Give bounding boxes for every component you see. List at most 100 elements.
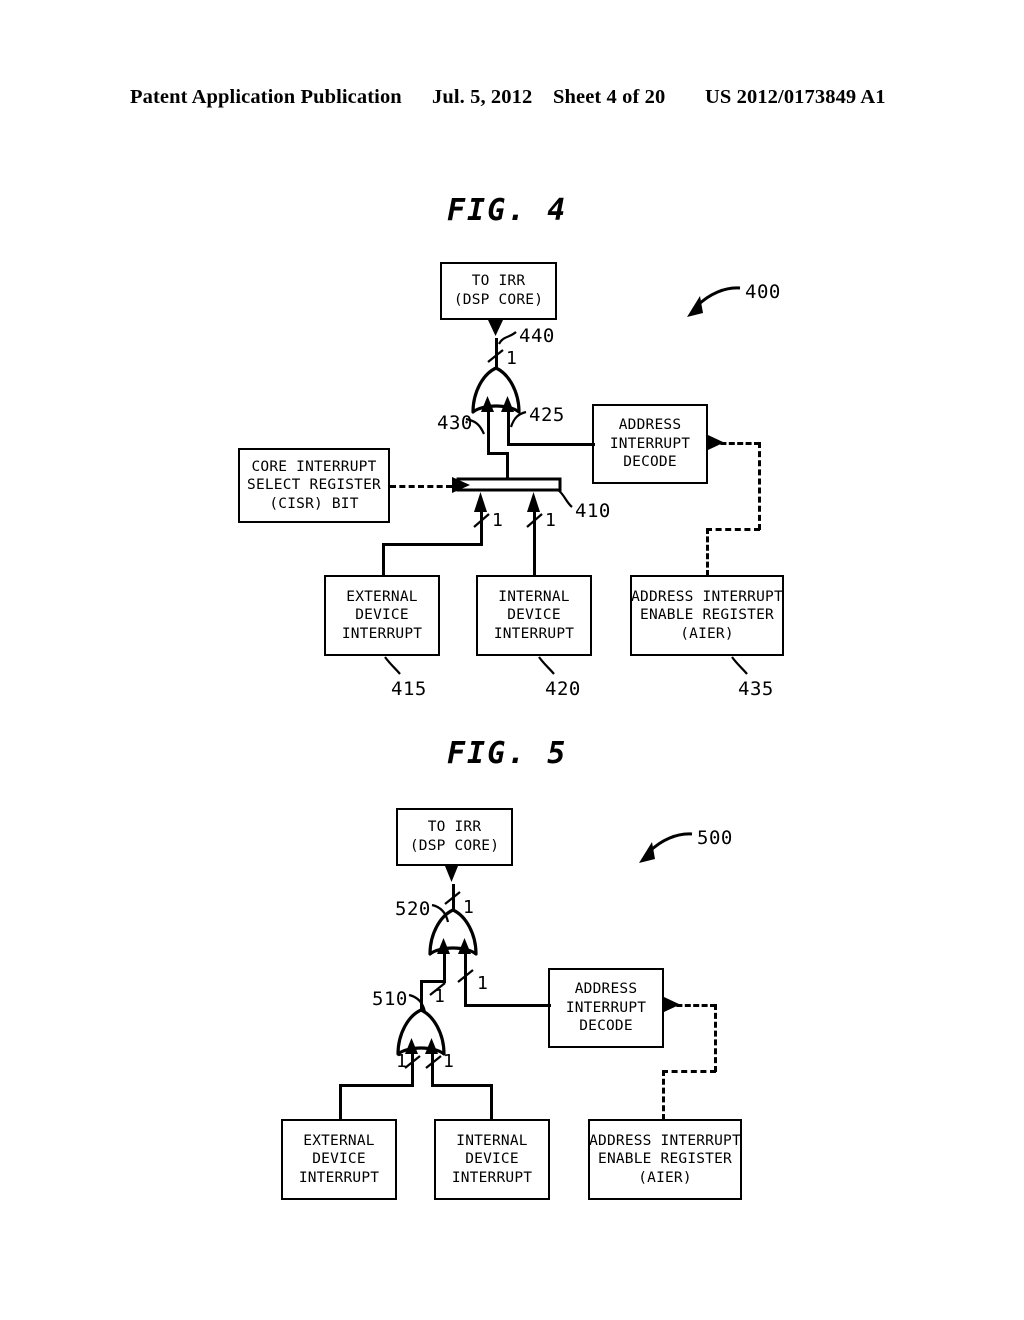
fig5-wire-lower-gate-in-left	[411, 1054, 414, 1086]
fig5-bus-label-upper-output: 1	[463, 897, 474, 918]
fig4-leader-425	[509, 410, 527, 428]
fig4-ref-420: 420	[545, 678, 581, 700]
fig5-external-device-interrupt-box: EXTERNAL DEVICE INTERRUPT	[281, 1119, 397, 1200]
fig4-dashed-vertical-upper	[758, 442, 761, 530]
publication-number: US 2012/0173849 A1	[705, 86, 886, 108]
fig4-ref-435: 435	[738, 678, 774, 700]
fig4-int-line-3: INTERRUPT	[493, 625, 575, 642]
fig5-wire-lower-gate-output	[420, 980, 423, 1012]
fig4-arrowhead-gate-input-left	[481, 396, 494, 412]
fig5-internal-device-interrupt-box: INTERNAL DEVICE INTERRUPT	[434, 1119, 550, 1200]
fig5-arrowhead-to-irr	[445, 866, 458, 882]
fig5-dashed-decode-right	[668, 1004, 716, 1007]
fig5-leader-520	[431, 903, 450, 923]
fig4-system-arrowhead-400	[687, 296, 703, 317]
fig5-decode-line-2: INTERRUPT	[565, 999, 647, 1016]
fig5-wire-external-horizontal	[339, 1084, 414, 1087]
publication-date: Jul. 5, 2012	[432, 86, 533, 108]
fig4-dashed-aier-vertical	[706, 528, 709, 576]
fig5-wire-decode-to-upper-gate	[464, 1004, 551, 1007]
fig4-bus-label-gate-output: 1	[506, 348, 517, 369]
fig4-aier-line-3: (AIER)	[680, 625, 734, 642]
fig4-wire-gate-to-irr	[495, 338, 498, 386]
publication-header: Patent Application Publication Jul. 5, 2…	[0, 86, 1024, 112]
fig5-int-line-2: DEVICE	[465, 1151, 519, 1168]
fig4-ref-425: 425	[529, 404, 565, 426]
fig4-dashed-cisr-to-mux	[390, 485, 452, 488]
fig4-wire-mux-in-left	[480, 512, 483, 546]
fig4-address-interrupt-decode-box: ADDRESS INTERRUPT DECODE	[592, 404, 708, 484]
fig5-to-irr-box: TO IRR (DSP CORE)	[396, 808, 513, 866]
fig4-to-irr-box: TO IRR (DSP CORE)	[440, 262, 557, 320]
fig4-decode-line-3: DECODE	[623, 454, 677, 471]
fig4-leader-410	[557, 489, 573, 508]
fig4-system-leader-400	[695, 286, 741, 308]
fig4-multiplexer-410	[456, 477, 562, 492]
fig5-or-gate-510	[396, 1008, 446, 1056]
fig5-aier-line-3: (AIER)	[638, 1169, 692, 1186]
fig4-external-device-interrupt-box: EXTERNAL DEVICE INTERRUPT	[324, 575, 440, 656]
fig5-arrowhead-upper-input-left	[437, 938, 450, 954]
fig4-address-interrupt-enable-register-box: ADDRESS INTERRUPT ENABLE REGISTER (AIER)	[630, 575, 784, 656]
fig5-arrowhead-lower-input-right	[425, 1038, 438, 1054]
fig5-wire-upper-gate-input-right	[464, 954, 467, 1004]
fig4-ref-415: 415	[391, 678, 427, 700]
fig5-decode-line-3: DECODE	[579, 1018, 633, 1035]
fig4-ext-line-3: INTERRUPT	[341, 625, 423, 642]
fig5-wire-external-vertical	[339, 1084, 342, 1121]
fig5-bus-label-lower-left: 1	[396, 1051, 407, 1072]
fig5-ref-500: 500	[697, 827, 733, 849]
fig5-ext-line-1: EXTERNAL	[303, 1132, 375, 1149]
fig5-bus-label-upper-left: 1	[434, 986, 445, 1007]
fig5-address-interrupt-decode-box: ADDRESS INTERRUPT DECODE	[548, 968, 664, 1048]
fig4-wire-external-horizontal	[382, 543, 483, 546]
fig4-leader-415	[384, 656, 401, 675]
publication-label: Patent Application Publication	[130, 86, 402, 108]
fig4-arrowhead-cisr-to-mux	[452, 477, 470, 493]
fig5-wire-upper-gate-to-irr	[452, 884, 455, 928]
fig4-wire-decode-to-gate	[507, 443, 595, 446]
fig4-cisr-line-3: (CISR) BIT	[269, 495, 359, 512]
fig4-internal-device-interrupt-box: INTERNAL DEVICE INTERRUPT	[476, 575, 592, 656]
fig4-cisr-line-1: CORE INTERRUPT	[251, 458, 377, 475]
fig5-ref-520: 520	[395, 898, 431, 920]
fig4-aier-line-1: ADDRESS INTERRUPT	[631, 588, 783, 605]
fig4-wire-gate-input-left	[487, 412, 490, 454]
fig5-ext-line-3: INTERRUPT	[298, 1169, 380, 1186]
fig5-system-leader-500	[647, 832, 693, 854]
fig5-dashed-horizontal-lower	[662, 1070, 716, 1073]
fig4-wire-mux-out-vertical	[506, 452, 509, 484]
fig4-cisr-line-2: SELECT REGISTER	[247, 477, 381, 494]
fig4-ref-400: 400	[745, 281, 781, 303]
fig4-ref-440: 440	[519, 325, 555, 347]
fig4-aier-line-2: ENABLE REGISTER	[640, 607, 774, 624]
sheet-number: Sheet 4 of 20	[553, 86, 666, 108]
fig5-wire-internal-vertical	[490, 1084, 493, 1121]
fig4-to-irr-line-2: (DSP CORE)	[453, 292, 544, 308]
fig5-aier-line-1: ADDRESS INTERRUPT	[589, 1132, 741, 1149]
fig5-to-irr-line-1: TO IRR	[427, 819, 482, 836]
fig5-int-line-1: INTERNAL	[456, 1132, 528, 1149]
fig4-bus-label-mux-right: 1	[545, 510, 556, 531]
fig5-int-line-3: INTERRUPT	[451, 1169, 533, 1186]
fig5-wire-lower-to-upper-jog	[420, 980, 446, 983]
fig4-arrowhead-mux-input-right	[527, 492, 540, 512]
fig4-wire-gate-input-right	[507, 412, 510, 446]
fig4-int-line-2: DEVICE	[507, 607, 561, 624]
fig5-address-interrupt-enable-register-box: ADDRESS INTERRUPT ENABLE REGISTER (AIER)	[588, 1119, 742, 1200]
fig4-ext-line-2: DEVICE	[355, 607, 409, 624]
fig5-wire-upper-gate-input-left	[443, 954, 446, 982]
fig4-wire-external-vertical	[382, 543, 385, 576]
fig4-leader-440	[498, 331, 517, 345]
fig5-dashed-vertical-upper	[714, 1004, 717, 1072]
fig4-wire-internal-vertical	[533, 512, 536, 576]
fig4-decode-line-2: INTERRUPT	[609, 435, 691, 452]
figure-5-caption: FIG. 5	[447, 736, 568, 771]
fig4-bus-label-mux-left: 1	[492, 510, 503, 531]
fig4-int-line-1: INTERNAL	[498, 588, 570, 605]
fig4-dashed-horizontal-lower	[706, 528, 760, 531]
fig4-to-irr-line-1: TO IRR	[471, 273, 526, 290]
fig5-bus-label-upper-right: 1	[477, 973, 488, 994]
fig4-dashed-decode-right	[712, 442, 760, 445]
fig5-dashed-aier-vertical	[662, 1070, 665, 1120]
